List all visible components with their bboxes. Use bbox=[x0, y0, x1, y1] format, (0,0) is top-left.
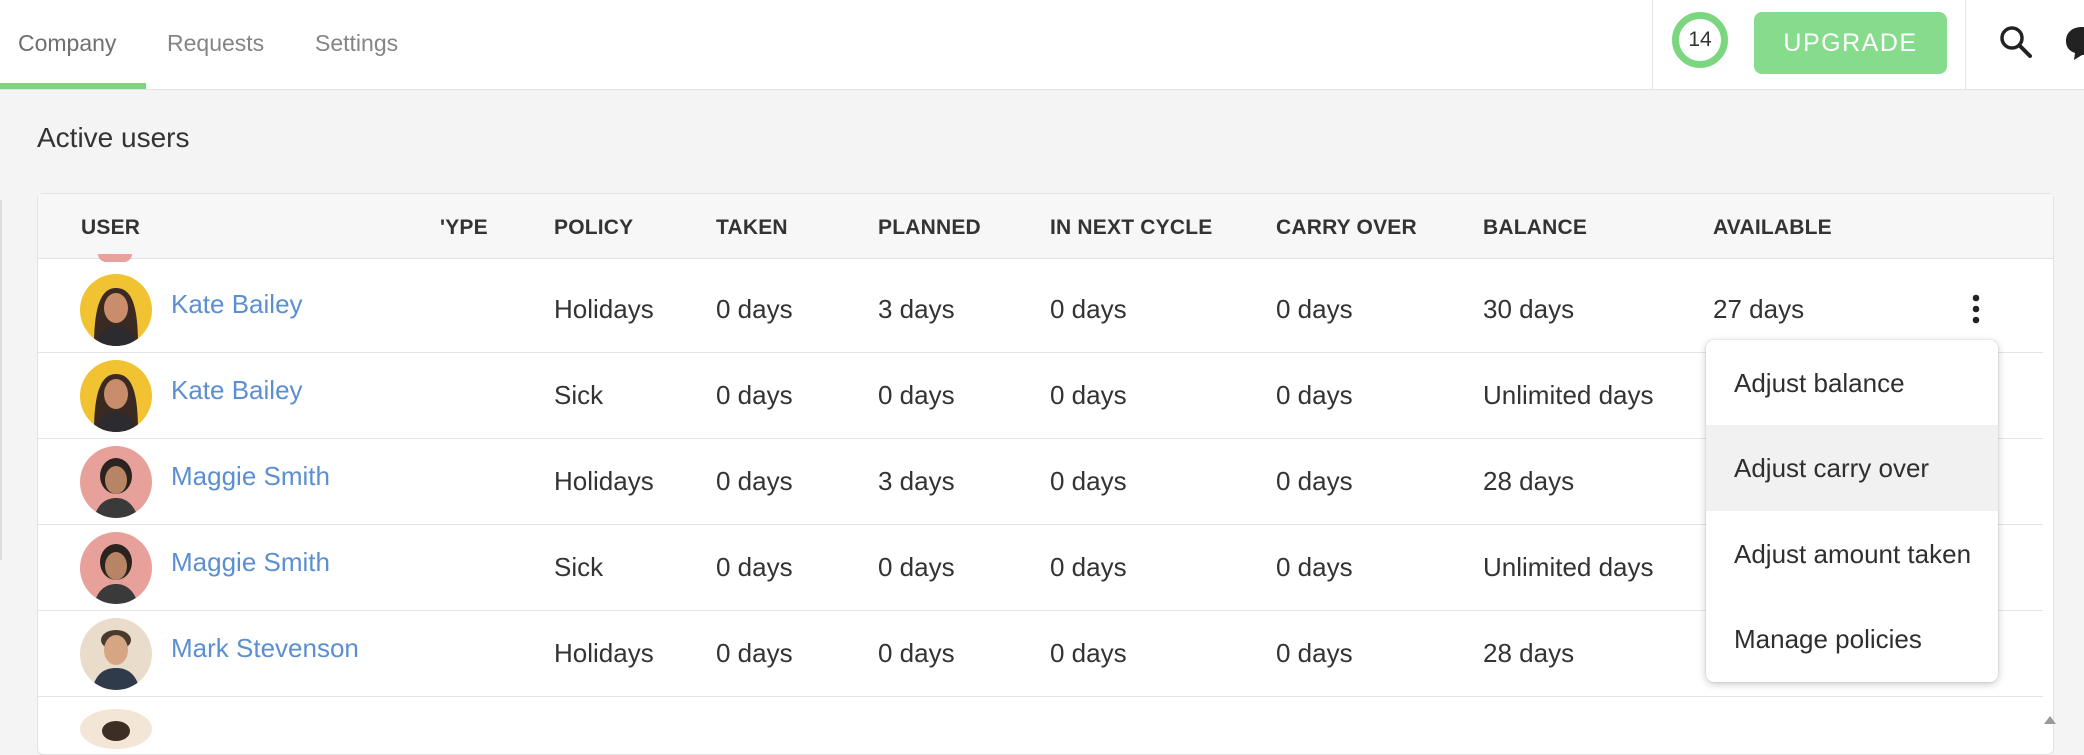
scrollbar-arrow[interactable] bbox=[2044, 716, 2056, 724]
next-cycle-cell: 0 days bbox=[1050, 552, 1127, 582]
tab-company[interactable]: Company bbox=[18, 0, 116, 86]
more-vertical-icon[interactable] bbox=[1966, 292, 1986, 326]
tab-requests[interactable]: Requests bbox=[167, 0, 264, 86]
planned-cell: 0 days bbox=[878, 552, 955, 582]
policy-cell: Holidays bbox=[554, 466, 654, 496]
side-panel-edge bbox=[0, 200, 2, 560]
top-navigation-bar: Company Requests Settings 14 UPGRADE bbox=[0, 0, 2084, 90]
user-name-link[interactable]: Maggie Smith bbox=[171, 461, 330, 492]
carry-over-cell: 0 days bbox=[1276, 552, 1353, 582]
avatar bbox=[98, 254, 132, 262]
search-icon[interactable] bbox=[1998, 24, 2034, 60]
taken-cell: 0 days bbox=[716, 552, 793, 582]
column-header-user[interactable]: USER bbox=[81, 216, 140, 240]
balance-cell: 28 days bbox=[1483, 466, 1575, 496]
balance-cell: 28 days bbox=[1483, 638, 1575, 668]
carry-over-cell: 0 days bbox=[1276, 294, 1353, 324]
column-header-carry-over[interactable]: CARRY OVER bbox=[1276, 216, 1417, 240]
planned-cell: 3 days bbox=[878, 466, 955, 496]
balance-cell: Unlimited days bbox=[1483, 552, 1654, 582]
planned-cell: 0 days bbox=[878, 638, 955, 668]
tab-settings[interactable]: Settings bbox=[315, 0, 398, 86]
next-cycle-cell: 0 days bbox=[1050, 638, 1127, 668]
column-header-taken[interactable]: TAKEN bbox=[716, 216, 788, 240]
user-name-link[interactable]: Kate Bailey bbox=[171, 289, 303, 320]
row-actions-menu: Adjust balance Adjust carry over Adjust … bbox=[1706, 340, 1998, 682]
policy-cell: Holidays bbox=[554, 294, 654, 324]
carry-over-cell: 0 days bbox=[1276, 638, 1353, 668]
avatar bbox=[80, 709, 152, 749]
taken-cell: 0 days bbox=[716, 294, 793, 324]
taken-cell: 0 days bbox=[716, 380, 793, 410]
page-title: Active users bbox=[37, 122, 190, 153]
menu-item-adjust-balance[interactable]: Adjust balance bbox=[1706, 340, 1998, 426]
planned-cell: 0 days bbox=[878, 380, 955, 410]
menu-item-adjust-amount-taken[interactable]: Adjust amount taken bbox=[1706, 511, 1998, 597]
policy-cell: Sick bbox=[554, 380, 604, 410]
avatar bbox=[80, 532, 152, 604]
available-cell: 27 days bbox=[1713, 294, 1805, 324]
user-name-link[interactable]: Kate Bailey bbox=[171, 375, 303, 406]
balance-cell: 30 days bbox=[1483, 294, 1575, 324]
carry-over-cell: 0 days bbox=[1276, 380, 1353, 410]
avatar bbox=[80, 360, 152, 432]
column-header-available[interactable]: AVAILABLE bbox=[1713, 216, 1832, 240]
column-header-planned[interactable]: PLANNED bbox=[878, 216, 981, 240]
policy-cell: Sick bbox=[554, 552, 604, 582]
menu-item-adjust-carry-over[interactable]: Adjust carry over bbox=[1706, 425, 1998, 511]
next-cycle-cell: 0 days bbox=[1050, 294, 1127, 324]
user-name-link[interactable]: Maggie Smith bbox=[171, 547, 330, 578]
user-name-link[interactable]: Mark Stevenson bbox=[171, 633, 359, 664]
table-header: USER 'YPE POLICY TAKEN PLANNED IN NEXT C… bbox=[38, 194, 2053, 259]
active-tab-indicator bbox=[0, 83, 146, 89]
menu-item-manage-policies[interactable]: Manage policies bbox=[1706, 596, 1998, 682]
avatar bbox=[80, 618, 152, 690]
planned-cell: 3 days bbox=[878, 294, 955, 324]
credits-counter[interactable]: 14 bbox=[1672, 12, 1728, 68]
chat-icon[interactable] bbox=[2062, 24, 2084, 62]
avatar bbox=[80, 446, 152, 518]
toolbar-divider bbox=[1965, 0, 1966, 89]
policy-cell: Holidays bbox=[554, 638, 654, 668]
next-cycle-cell: 0 days bbox=[1050, 466, 1127, 496]
avatar bbox=[80, 274, 152, 346]
next-cycle-cell: 0 days bbox=[1050, 380, 1127, 410]
balance-cell: Unlimited days bbox=[1483, 380, 1654, 410]
toolbar-divider bbox=[1652, 0, 1653, 89]
column-header-policy[interactable]: POLICY bbox=[554, 216, 633, 240]
carry-over-cell: 0 days bbox=[1276, 466, 1353, 496]
taken-cell: 0 days bbox=[716, 638, 793, 668]
column-header-next-cycle[interactable]: IN NEXT CYCLE bbox=[1050, 216, 1212, 240]
column-header-type[interactable]: 'YPE bbox=[440, 216, 488, 240]
upgrade-button[interactable]: UPGRADE bbox=[1754, 12, 1947, 74]
taken-cell: 0 days bbox=[716, 466, 793, 496]
column-header-balance[interactable]: BALANCE bbox=[1483, 216, 1587, 240]
